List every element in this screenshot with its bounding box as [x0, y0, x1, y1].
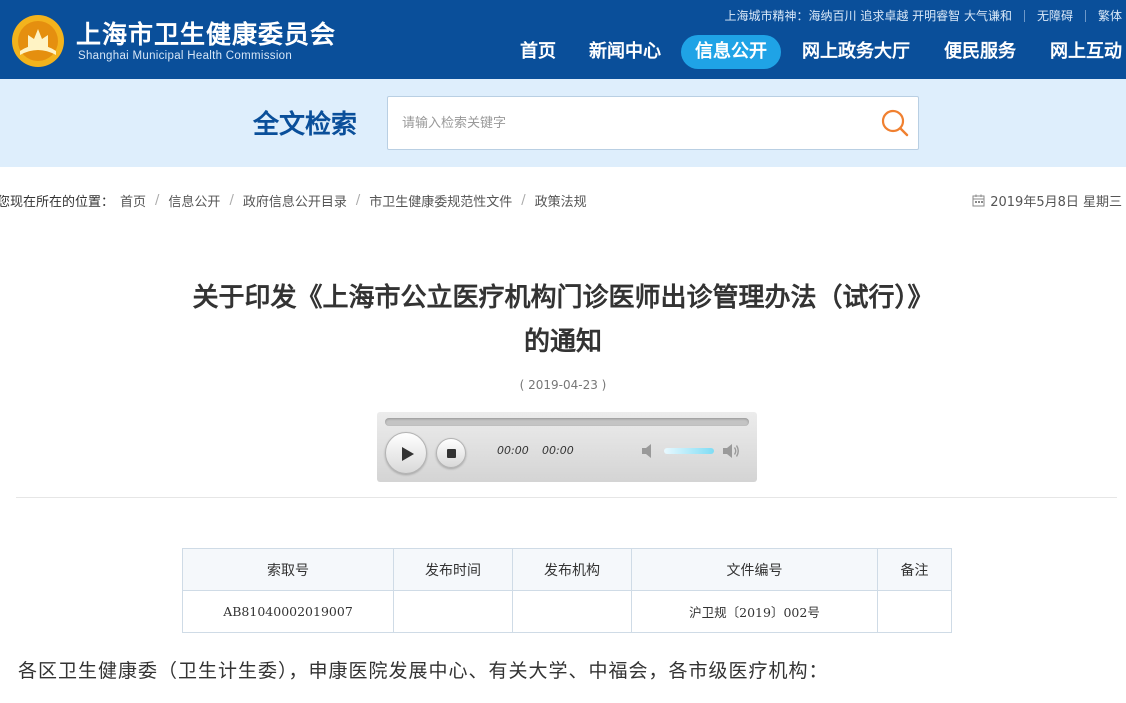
- publish-date: ( 2019-04-23 ): [519, 378, 607, 392]
- header-cell: 索取号: [182, 548, 394, 591]
- breadcrumb-separator: /: [155, 193, 160, 208]
- city-spirit-text: 上海城市精神：海纳百川 追求卓越 开明睿智 大气谦和: [724, 9, 1012, 23]
- header-cell: 备注: [877, 548, 952, 591]
- play-button[interactable]: [385, 432, 427, 474]
- stop-icon: [447, 449, 456, 458]
- nav-news[interactable]: 新闻中心: [589, 35, 661, 69]
- article-salutation: 各区卫生健康委（卫生计生委），申康医院发展中心、有关大学、中福会，各市级医疗机构…: [18, 660, 829, 682]
- search-input[interactable]: [402, 97, 872, 149]
- header-cell: 发布机构: [512, 548, 632, 591]
- section-divider: [16, 497, 1117, 498]
- current-date: 2019年5月8日 星期三: [972, 191, 1122, 210]
- accessibility-link[interactable]: 无障碍: [1037, 7, 1073, 24]
- top-utility-bar: 上海城市精神：海纳百川 追求卓越 开明睿智 大气谦和 无障碍 繁体: [725, 7, 1122, 24]
- table-row: AB81040002019007 沪卫规〔2019〕002号: [182, 590, 952, 633]
- table-cell: [393, 590, 513, 633]
- breadcrumb-home[interactable]: 首页: [120, 191, 146, 210]
- article-title: 关于印发《上海市公立医疗机构门诊医师出诊管理办法（试行）》 的通知: [0, 276, 1126, 364]
- article-title-line1: 关于印发《上海市公立医疗机构门诊医师出诊管理办法（试行）》: [192, 283, 934, 313]
- table-cell: AB81040002019007: [182, 590, 394, 633]
- divider: [1023, 9, 1025, 22]
- calendar-icon: [972, 194, 985, 207]
- play-icon: [402, 447, 414, 461]
- date-text: 2019年5月8日 星期三: [990, 195, 1122, 210]
- nav-public-service[interactable]: 便民服务: [944, 35, 1016, 69]
- table-cell: [877, 590, 952, 633]
- nav-info-public[interactable]: 信息公开: [681, 35, 781, 69]
- volume-max-icon[interactable]: [722, 443, 740, 459]
- breadcrumb-lead: 您现在所在的位置：: [0, 195, 115, 210]
- breadcrumb-info-public[interactable]: 信息公开: [168, 191, 220, 210]
- nav-online-interaction[interactable]: 网上互动: [1050, 35, 1122, 69]
- volume-slider[interactable]: [664, 448, 714, 454]
- audio-player: 00:00 00:00: [377, 412, 757, 482]
- nav-online-hall[interactable]: 网上政务大厅: [802, 35, 910, 69]
- current-time: 00:00: [497, 444, 529, 457]
- traditional-chinese-link[interactable]: 繁体: [1098, 7, 1122, 24]
- breadcrumb-separator: /: [355, 193, 361, 208]
- main-nav: 首页 新闻中心 信息公开 网上政务大厅 便民服务 网上互动: [0, 35, 1126, 69]
- article-title-line2: 的通知: [523, 327, 602, 357]
- table-cell: [512, 590, 632, 633]
- search-band: 全文检索: [0, 79, 1126, 167]
- breadcrumb: 您现在所在的位置： 首页 / 信息公开 / 政府信息公开目录 / 市卫生健康委规…: [0, 191, 587, 210]
- breadcrumb-policy[interactable]: 政策法规: [535, 191, 587, 210]
- site-header: 上海市卫生健康委员会 Shanghai Municipal Health Com…: [0, 0, 1126, 79]
- breadcrumb-separator: /: [229, 193, 234, 208]
- total-time: 00:00: [542, 444, 574, 457]
- header-cell: 文件编号: [631, 548, 878, 591]
- table-header-row: 索取号 发布时间 发布机构 文件编号 备注: [182, 548, 952, 591]
- breadcrumb-normative-docs[interactable]: 市卫生健康委规范性文件: [369, 191, 512, 210]
- divider: [1084, 9, 1086, 22]
- search-box: [387, 96, 919, 150]
- header-cell: 发布时间: [393, 548, 513, 591]
- breadcrumb-separator: /: [521, 193, 526, 208]
- document-meta-table: 索取号 发布时间 发布机构 文件编号 备注 AB81040002019007 沪…: [182, 548, 952, 633]
- table-cell: 沪卫规〔2019〕002号: [631, 590, 878, 633]
- stop-button[interactable]: [436, 438, 466, 468]
- mute-icon[interactable]: [640, 443, 658, 459]
- audio-progress-bar[interactable]: [385, 418, 749, 426]
- search-title: 全文检索: [253, 110, 358, 140]
- breadcrumb-catalog[interactable]: 政府信息公开目录: [243, 191, 347, 210]
- nav-home[interactable]: 首页: [520, 35, 556, 69]
- search-icon[interactable]: [878, 106, 912, 140]
